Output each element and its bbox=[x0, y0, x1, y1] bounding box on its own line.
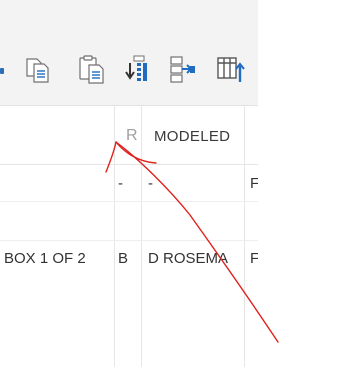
cell-next: F bbox=[250, 250, 258, 267]
toolbar-edge-marker bbox=[0, 68, 4, 74]
clipboard-icon bbox=[79, 55, 104, 84]
toolbar bbox=[0, 38, 258, 106]
cell-description: BOX 1 OF 2 bbox=[4, 250, 86, 267]
table-row[interactable]: BOX 1 OF 2 B D ROSEMA F bbox=[0, 241, 258, 279]
table-row[interactable]: - - F bbox=[0, 165, 258, 202]
hierarchy-button[interactable] bbox=[166, 52, 198, 86]
download-list-icon bbox=[125, 55, 147, 81]
paste-button[interactable] bbox=[75, 52, 107, 86]
hierarchy-icon bbox=[170, 56, 195, 83]
column-header-modeled[interactable]: MODELED bbox=[154, 128, 230, 145]
table-row[interactable] bbox=[0, 202, 258, 241]
app-window: R MODELED - - F BOX 1 OF 2 B D ROSEMA F bbox=[0, 0, 258, 367]
copy-icon bbox=[26, 58, 49, 83]
column-settings-icon bbox=[217, 57, 245, 82]
download-list-button[interactable] bbox=[122, 52, 154, 86]
column-settings-button[interactable] bbox=[214, 52, 246, 86]
cell-rev: - bbox=[118, 175, 123, 192]
cell-modeled: - bbox=[148, 175, 153, 192]
cell-modeled: D ROSEMA bbox=[148, 250, 229, 267]
cell-rev: B bbox=[118, 250, 129, 267]
column-header-rev[interactable]: R bbox=[126, 127, 138, 145]
copy-button[interactable] bbox=[22, 52, 54, 86]
title-bar bbox=[0, 0, 258, 38]
cell-next: F bbox=[250, 175, 258, 192]
